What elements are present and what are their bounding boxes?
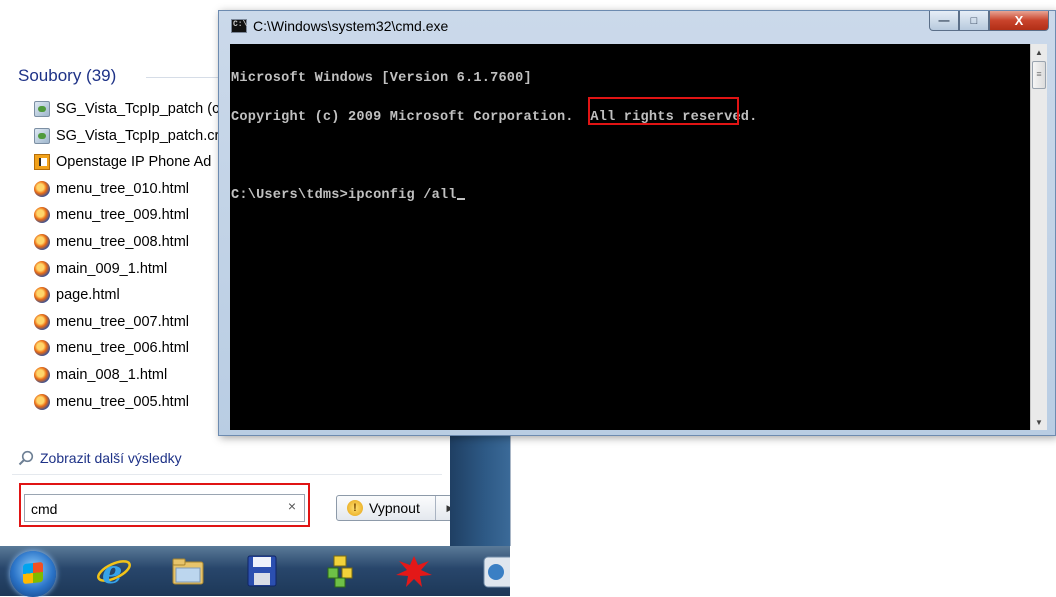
prompt-text: C:\Users\tdms>ipconfig /all — [231, 188, 457, 203]
console-line-prompt: C:\Users\tdms>ipconfig /all — [231, 189, 1021, 202]
clear-search-icon[interactable]: × — [288, 498, 296, 514]
folder-icon — [172, 558, 204, 585]
firefox-icon — [34, 313, 50, 330]
result-item[interactable]: menu_tree_007.html — [34, 309, 234, 336]
search-input[interactable] — [29, 498, 273, 520]
console-output: Microsoft Windows [Version 6.1.7600] Cop… — [231, 46, 1021, 228]
start-button[interactable] — [10, 551, 56, 597]
section-divider — [146, 77, 226, 78]
scroll-down-arrow-icon[interactable]: ▼ — [1031, 414, 1047, 430]
results-section-header[interactable]: Soubory (39) — [18, 66, 226, 86]
window-title: C:\Windows\system32\cmd.exe — [253, 18, 449, 34]
minimize-button[interactable]: — — [929, 11, 959, 31]
vertical-scrollbar[interactable]: ▲ ≡ ▼ — [1030, 44, 1047, 430]
shutdown-label: Vypnout — [369, 500, 420, 516]
firefox-icon — [34, 260, 50, 277]
result-item[interactable]: menu_tree_009.html — [34, 202, 234, 229]
result-item[interactable]: page.html — [34, 282, 234, 309]
patch-icon — [34, 127, 50, 144]
cmd-window: C:\Windows\system32\cmd.exe — □ X Micros… — [218, 10, 1056, 436]
result-label: menu_tree_005.html — [56, 393, 189, 410]
result-label: menu_tree_010.html — [56, 180, 189, 197]
paint-app-button[interactable] — [392, 550, 436, 592]
firefox-icon — [34, 180, 50, 197]
result-label: SG_Vista_TcpIp_patch.cr — [56, 127, 220, 144]
taskbar: e — [0, 546, 510, 597]
svg-text:e: e — [102, 553, 122, 589]
result-label: menu_tree_007.html — [56, 313, 189, 330]
result-label: main_008_1.html — [56, 366, 168, 383]
document-icon — [34, 154, 50, 171]
result-item[interactable]: Openstage IP Phone Ad — [34, 149, 234, 176]
app-button[interactable] — [470, 550, 510, 592]
internet-explorer-icon: e — [97, 553, 131, 589]
result-label: main_009_1.html — [56, 260, 168, 277]
console-line: Microsoft Windows [Version 6.1.7600] — [231, 71, 532, 86]
patch-icon — [34, 101, 50, 117]
result-item[interactable]: main_008_1.html — [34, 362, 234, 389]
console-icon — [231, 19, 247, 33]
shutdown-button[interactable]: ! Vypnout ▶ — [336, 495, 465, 521]
save-app-button[interactable] — [240, 550, 284, 592]
result-label: menu_tree_008.html — [56, 233, 189, 250]
more-results-label: Zobrazit další výsledky — [40, 450, 182, 466]
result-item[interactable]: menu_tree_005.html — [34, 389, 234, 416]
text-cursor — [456, 198, 465, 200]
result-label: menu_tree_009.html — [56, 207, 189, 224]
app-icon — [483, 556, 510, 588]
file-explorer-button[interactable] — [166, 550, 210, 592]
result-label: Openstage IP Phone Ad — [56, 154, 212, 171]
result-item[interactable]: menu_tree_006.html — [34, 335, 234, 362]
title-bar[interactable]: C:\Windows\system32\cmd.exe — □ X — [219, 11, 1055, 39]
result-label: page.html — [56, 287, 120, 304]
firefox-icon — [34, 287, 50, 304]
network-icon — [327, 555, 353, 588]
maximize-button[interactable]: □ — [959, 11, 989, 31]
floppy-disk-icon — [247, 555, 277, 587]
firefox-icon — [34, 207, 50, 224]
command-highlight-box — [588, 97, 739, 125]
firefox-icon — [34, 393, 50, 410]
close-button[interactable]: X — [989, 11, 1049, 31]
result-item[interactable]: menu_tree_010.html — [34, 176, 234, 203]
internet-explorer-button[interactable]: e — [92, 550, 136, 592]
section-title: Soubory (39) — [18, 66, 117, 85]
search-box[interactable]: × — [24, 494, 305, 522]
result-item[interactable]: menu_tree_008.html — [34, 229, 234, 256]
result-label: menu_tree_006.html — [56, 340, 189, 357]
firefox-icon — [34, 233, 50, 250]
results-list: SG_Vista_TcpIp_patch (c SG_Vista_TcpIp_p… — [34, 96, 234, 415]
network-app-button[interactable] — [318, 550, 362, 592]
warning-shield-icon: ! — [347, 500, 363, 516]
result-item[interactable]: main_009_1.html — [34, 256, 234, 283]
result-item[interactable]: SG_Vista_TcpIp_patch.cr — [34, 123, 234, 150]
paint-splat-icon — [396, 556, 432, 587]
result-item[interactable]: SG_Vista_TcpIp_patch (c — [34, 96, 234, 123]
firefox-icon — [34, 366, 50, 383]
menu-divider — [12, 474, 442, 475]
more-results-link[interactable]: Zobrazit další výsledky — [18, 450, 182, 466]
firefox-icon — [34, 340, 50, 357]
scroll-thumb[interactable]: ≡ — [1032, 61, 1046, 89]
scroll-up-arrow-icon[interactable]: ▲ — [1031, 44, 1047, 60]
result-label: SG_Vista_TcpIp_patch (c — [56, 101, 220, 117]
search-icon — [18, 450, 34, 466]
